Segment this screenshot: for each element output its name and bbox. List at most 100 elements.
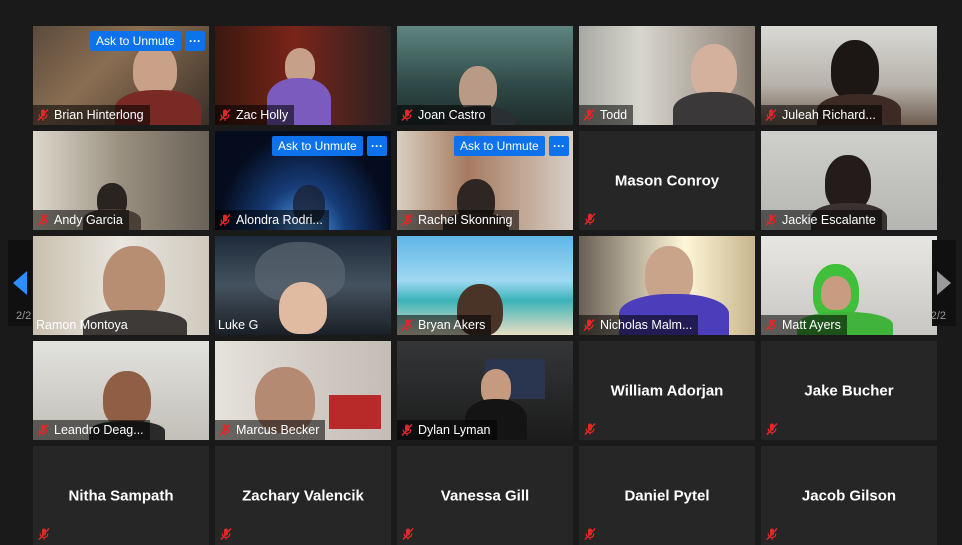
participant-label: Leandro Deag... <box>33 420 150 440</box>
participant-name: Alondra Rodri... <box>236 213 323 227</box>
participant-name: Todd <box>600 108 628 122</box>
muted-mic-icon <box>37 527 51 541</box>
participant-tile[interactable]: Andy Garcia <box>33 131 209 230</box>
muted-mic-icon <box>582 108 596 122</box>
participant-tile[interactable]: Marcus Becker <box>215 341 391 440</box>
muted-mic-icon <box>764 108 778 122</box>
participant-tile[interactable]: Matt Ayers <box>761 236 937 335</box>
more-options-button[interactable]: ··· <box>185 31 205 51</box>
ask-to-unmute-button[interactable]: Ask to Unmute <box>454 136 545 156</box>
participant-label: Jackie Escalante <box>761 210 882 230</box>
muted-mic-icon <box>764 213 778 227</box>
muted-mic-icon <box>218 213 232 227</box>
gallery-grid: Ask to Unmute ··· Brian Hinterlong Zac H… <box>33 26 937 545</box>
participant-name: Jackie Escalante <box>782 213 876 227</box>
participant-label: Andy Garcia <box>33 210 129 230</box>
participant-name: Zachary Valencik <box>242 487 364 504</box>
flag <box>329 395 381 429</box>
participant-tile[interactable]: Joan Castro <box>397 26 573 125</box>
participant-tile[interactable]: Nitha Sampath <box>33 446 209 545</box>
muted-mic-icon <box>400 108 414 122</box>
muted-mic-icon <box>36 213 50 227</box>
participant-name: Jacob Gilson <box>801 487 897 504</box>
muted-mic-icon <box>400 423 414 437</box>
participant-label: Joan Castro <box>397 105 492 125</box>
participant-name: Daniel Pytel <box>624 487 710 504</box>
chevron-right-icon <box>937 271 951 295</box>
participant-label: Nicholas Malm... <box>579 315 699 335</box>
participant-label: Ramon Montoya <box>33 315 134 335</box>
participant-tile[interactable]: Mason Conroy <box>579 131 755 230</box>
muted-mic-icon <box>583 527 597 541</box>
participant-name: Leandro Deag... <box>54 423 144 437</box>
muted-mic-icon <box>765 527 779 541</box>
participant-label: Juleah Richard... <box>761 105 882 125</box>
participant-label: Matt Ayers <box>761 315 847 335</box>
participant-label: Dylan Lyman <box>397 420 497 440</box>
participant-tile[interactable]: Zac Holly <box>215 26 391 125</box>
muted-mic-icon <box>400 318 414 332</box>
muted-mic-icon <box>400 213 414 227</box>
muted-mic-icon <box>218 108 232 122</box>
participant-label: Luke G <box>215 315 264 335</box>
participant-tile[interactable]: Luke G <box>215 236 391 335</box>
more-options-button[interactable]: ··· <box>367 136 387 156</box>
participant-label: Brian Hinterlong <box>33 105 150 125</box>
participant-tile[interactable]: Ramon Montoya <box>33 236 209 335</box>
participant-tile[interactable]: Jake Bucher <box>761 341 937 440</box>
ask-to-unmute-button[interactable]: Ask to Unmute <box>272 136 363 156</box>
muted-mic-icon <box>582 318 596 332</box>
muted-mic-icon <box>219 527 233 541</box>
participant-tile[interactable]: Ask to Unmute ··· Rachel Skonning <box>397 131 573 230</box>
participant-name: Rachel Skonning <box>418 213 513 227</box>
participant-tile[interactable]: Ask to Unmute ··· Brian Hinterlong <box>33 26 209 125</box>
chevron-left-icon <box>13 271 27 295</box>
participant-tile[interactable]: Nicholas Malm... <box>579 236 755 335</box>
participant-tile[interactable]: Jacob Gilson <box>761 446 937 545</box>
muted-mic-icon <box>764 318 778 332</box>
muted-mic-icon <box>583 212 597 226</box>
more-options-button[interactable]: ··· <box>549 136 569 156</box>
participant-name: Jake Bucher <box>804 382 894 399</box>
participant-tile[interactable]: William Adorjan <box>579 341 755 440</box>
participant-name: Ramon Montoya <box>36 318 128 332</box>
participant-name: Vanessa Gill <box>440 487 530 504</box>
participant-tile[interactable]: Daniel Pytel <box>579 446 755 545</box>
participant-label: Todd <box>579 105 634 125</box>
participant-label: Alondra Rodri... <box>215 210 329 230</box>
muted-mic-icon <box>401 527 415 541</box>
participant-label: Rachel Skonning <box>397 210 519 230</box>
participant-tile[interactable]: Vanessa Gill <box>397 446 573 545</box>
muted-mic-icon <box>218 423 232 437</box>
participant-name: Marcus Becker <box>236 423 320 437</box>
participant-name: William Adorjan <box>610 382 724 399</box>
muted-mic-icon <box>583 422 597 436</box>
participant-label: Marcus Becker <box>215 420 326 440</box>
muted-mic-icon <box>36 108 50 122</box>
participant-name: Nicholas Malm... <box>600 318 693 332</box>
participant-name: Zac Holly <box>236 108 289 122</box>
participant-name: Brian Hinterlong <box>54 108 144 122</box>
participant-label: Zac Holly <box>215 105 295 125</box>
participant-tile[interactable]: Dylan Lyman <box>397 341 573 440</box>
page-indicator-right: 2/2 <box>930 310 946 322</box>
participant-name: Matt Ayers <box>782 318 841 332</box>
participant-name: Bryan Akers <box>418 318 486 332</box>
ask-to-unmute-button[interactable]: Ask to Unmute <box>90 31 181 51</box>
participant-tile[interactable]: Juleah Richard... <box>761 26 937 125</box>
participant-tile[interactable]: Bryan Akers <box>397 236 573 335</box>
participant-name: Juleah Richard... <box>782 108 876 122</box>
participant-name: Dylan Lyman <box>418 423 491 437</box>
participant-tile[interactable]: Ask to Unmute ··· Alondra Rodri... <box>215 131 391 230</box>
participant-tile[interactable]: Todd <box>579 26 755 125</box>
participant-tile[interactable]: Leandro Deag... <box>33 341 209 440</box>
participant-label: Bryan Akers <box>397 315 492 335</box>
participant-tile[interactable]: Jackie Escalante <box>761 131 937 230</box>
participant-name: Andy Garcia <box>54 213 123 227</box>
participant-tile[interactable]: Zachary Valencik <box>215 446 391 545</box>
participant-name: Luke G <box>218 318 259 332</box>
participant-name: Joan Castro <box>418 108 486 122</box>
participant-name: Mason Conroy <box>614 172 720 189</box>
page-indicator-left: 2/2 <box>16 310 32 322</box>
muted-mic-icon <box>765 422 779 436</box>
